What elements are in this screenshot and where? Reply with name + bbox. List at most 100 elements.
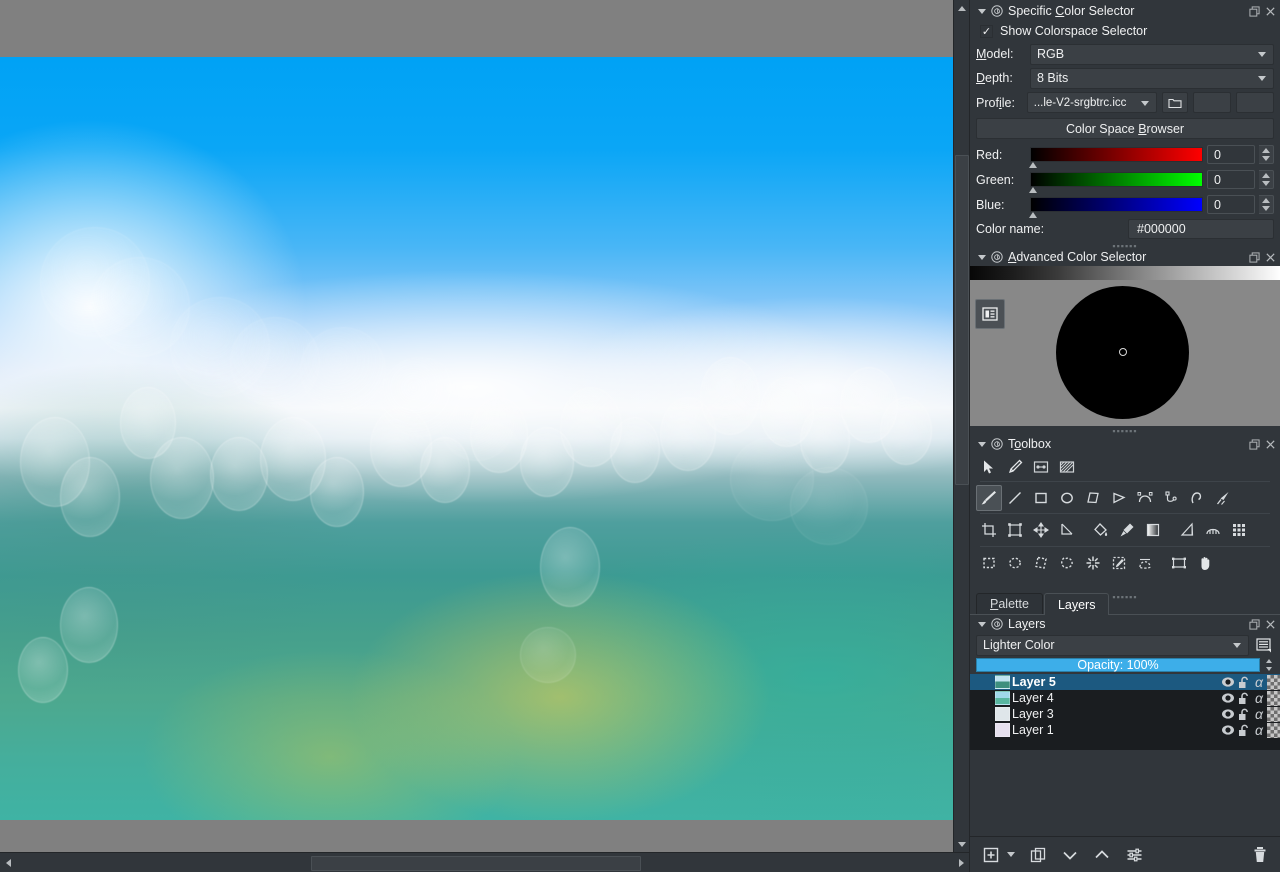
canvas-artwork[interactable] [0, 57, 953, 820]
layer-properties-button[interactable] [1121, 842, 1147, 868]
contiguous-select-tool[interactable] [1080, 550, 1106, 576]
vertical-scroll-thumb[interactable] [955, 155, 969, 485]
freehand-select-tool[interactable] [1054, 550, 1080, 576]
alpha-icon[interactable]: α [1254, 691, 1264, 705]
freehand-path-tool[interactable] [1158, 485, 1184, 511]
eye-icon[interactable] [1221, 724, 1235, 736]
value-strip[interactable] [970, 266, 1280, 280]
delete-layer-button[interactable] [1247, 842, 1273, 868]
float-docker-icon[interactable] [1249, 252, 1260, 263]
bezier-select-tool[interactable] [1132, 550, 1158, 576]
freehand-brush-tool[interactable] [976, 485, 1002, 511]
alpha-checkerboard-icon[interactable] [1267, 691, 1280, 706]
splitter-handle[interactable]: ▪▪▪▪▪▪ [970, 426, 1280, 435]
blue-slider[interactable] [1030, 197, 1203, 212]
shape-select-tool[interactable] [976, 454, 1002, 480]
bezier-curve-tool[interactable] [1132, 485, 1158, 511]
caret-down-icon[interactable] [978, 442, 986, 447]
lock-open-icon[interactable] [1238, 676, 1251, 689]
scroll-left-button[interactable] [0, 855, 16, 871]
close-icon[interactable] [1265, 439, 1276, 450]
opacity-slider[interactable]: Opacity: 100% [976, 658, 1260, 672]
assistant-tool[interactable] [1200, 517, 1226, 543]
alpha-checkerboard-icon[interactable] [1267, 707, 1280, 722]
opacity-stepper[interactable] [1263, 658, 1274, 673]
caret-down-icon[interactable] [978, 622, 986, 627]
alpha-checkerboard-icon[interactable] [1267, 675, 1280, 690]
color-space-browser-button[interactable]: Color Space Browser [976, 118, 1274, 139]
move-tool[interactable] [1028, 517, 1054, 543]
blue-stepper[interactable] [1259, 195, 1274, 214]
splitter-handle[interactable]: ▪▪▪▪▪▪ [970, 578, 1280, 592]
profile-extra-button-1[interactable] [1193, 92, 1231, 113]
table-row[interactable]: Layer 5 α [970, 674, 1280, 690]
duplicate-layer-button[interactable] [1025, 842, 1051, 868]
lock-open-icon[interactable] [1238, 724, 1251, 737]
color-wheel[interactable] [1056, 286, 1189, 419]
green-slider[interactable] [1030, 172, 1203, 187]
red-slider-handle[interactable] [1029, 162, 1037, 168]
table-row[interactable]: Layer 1 α [970, 722, 1280, 738]
ellipse-tool[interactable] [1054, 485, 1080, 511]
profile-extra-button-2[interactable] [1236, 92, 1274, 113]
lock-open-icon[interactable] [1238, 692, 1251, 705]
depth-combobox[interactable]: 8 Bits [1030, 68, 1274, 89]
close-icon[interactable] [1265, 6, 1276, 17]
show-colorspace-checkbox[interactable]: ✓ [980, 25, 993, 38]
gradient-tool[interactable] [1140, 517, 1166, 543]
move-layer-down-button[interactable] [1057, 842, 1083, 868]
eye-icon[interactable] [1221, 692, 1235, 704]
pan-tool[interactable] [1192, 550, 1218, 576]
close-icon[interactable] [1265, 252, 1276, 263]
profile-open-folder-button[interactable] [1162, 92, 1188, 113]
polyline-tool[interactable] [1106, 485, 1132, 511]
alpha-icon[interactable]: α [1254, 723, 1264, 737]
scroll-up-button[interactable] [954, 0, 970, 16]
model-combobox[interactable]: RGB [1030, 44, 1274, 65]
float-docker-icon[interactable] [1249, 619, 1260, 630]
blue-slider-handle[interactable] [1029, 212, 1037, 218]
polygonal-select-tool[interactable] [1028, 550, 1054, 576]
caret-down-icon[interactable] [978, 255, 986, 260]
canvas-vertical-scrollbar[interactable] [953, 0, 969, 852]
float-docker-icon[interactable] [1249, 6, 1260, 17]
scroll-down-button[interactable] [954, 836, 970, 852]
rectangle-tool[interactable] [1028, 485, 1054, 511]
close-icon[interactable] [1265, 619, 1276, 630]
show-colorspace-row[interactable]: ✓ Show Colorspace Selector [970, 20, 1280, 42]
fill-tool[interactable] [1088, 517, 1114, 543]
color-picker-tool[interactable] [1114, 517, 1140, 543]
alpha-icon[interactable]: α [1254, 707, 1264, 721]
move-layer-up-button[interactable] [1089, 842, 1115, 868]
red-value-input[interactable]: 0 [1207, 145, 1255, 164]
edit-shapes-tool[interactable] [1002, 454, 1028, 480]
blend-mode-combobox[interactable]: Lighter Color [976, 635, 1249, 656]
color-wheel-cursor[interactable] [1119, 348, 1127, 356]
tab-layers[interactable]: Layers [1044, 593, 1110, 615]
gradient-edit-tool[interactable] [1054, 454, 1080, 480]
green-stepper[interactable] [1259, 170, 1274, 189]
canvas-horizontal-scrollbar[interactable] [0, 852, 969, 872]
alpha-checkerboard-icon[interactable] [1267, 723, 1280, 738]
canvas-area[interactable] [0, 0, 953, 872]
table-row[interactable]: Layer 3 α [970, 706, 1280, 722]
line-tool[interactable] [1002, 485, 1028, 511]
selector-settings-icon[interactable] [975, 299, 1005, 329]
layers-list[interactable]: Layer 5 α Layer 4 α [970, 674, 1280, 750]
reference-grid-tool[interactable] [1226, 517, 1252, 543]
polygon-tool[interactable] [1080, 485, 1106, 511]
dynamic-brush-tool[interactable] [1184, 485, 1210, 511]
eye-icon[interactable] [1221, 676, 1235, 688]
table-row[interactable]: Layer 4 α [970, 690, 1280, 706]
splitter-handle[interactable]: ▪▪▪▪▪▪ [970, 241, 1280, 248]
blend-presets-icon[interactable] [1254, 635, 1274, 655]
measure-tool[interactable] [1054, 517, 1080, 543]
green-slider-handle[interactable] [1029, 187, 1037, 193]
crop-tool[interactable] [976, 517, 1002, 543]
layers-panel-titlebar[interactable]: Layers [970, 614, 1280, 633]
similar-color-select-tool[interactable] [1106, 550, 1132, 576]
red-slider[interactable] [1030, 147, 1203, 162]
specific-color-selector-titlebar[interactable]: Specific Color Selector [970, 2, 1280, 20]
blue-value-input[interactable]: 0 [1207, 195, 1255, 214]
toolbox-titlebar[interactable]: Toolbox [970, 435, 1280, 453]
